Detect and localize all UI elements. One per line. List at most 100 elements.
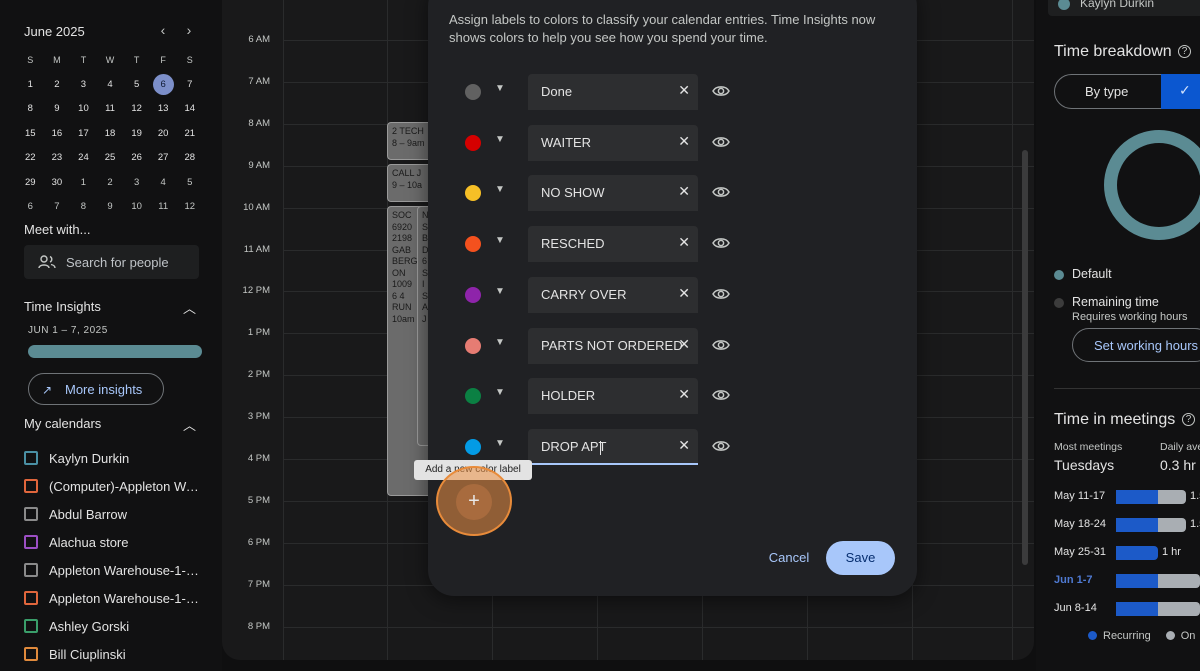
mini-calendar-day[interactable]: 11 (150, 201, 177, 212)
label-name-input[interactable]: CARRY OVER ✕ (528, 276, 698, 313)
label-name-input[interactable]: WAITER ✕ (528, 124, 698, 161)
color-swatch[interactable] (465, 388, 481, 405)
caret-down-icon[interactable]: ▼ (495, 337, 505, 348)
caret-down-icon[interactable]: ▼ (495, 387, 505, 398)
caret-down-icon[interactable]: ▼ (495, 438, 505, 449)
calendar-checkbox[interactable] (24, 619, 38, 633)
eye-icon[interactable] (712, 287, 730, 301)
mini-calendar-day[interactable]: 13 (150, 103, 177, 114)
mini-calendar-day[interactable]: 6 (150, 74, 177, 96)
close-icon[interactable]: ✕ (678, 82, 690, 99)
chevron-up-icon[interactable]: ︿ (183, 298, 196, 317)
color-swatch[interactable] (465, 236, 481, 253)
mini-calendar-day[interactable]: 5 (123, 79, 150, 90)
eye-icon[interactable] (712, 185, 730, 199)
mini-calendar-day[interactable]: 12 (176, 201, 203, 212)
close-icon[interactable]: ✕ (678, 285, 690, 302)
eye-icon[interactable] (712, 439, 730, 453)
mini-calendar-day[interactable]: 28 (176, 152, 203, 163)
chevron-right-icon[interactable]: › (180, 22, 198, 38)
calendar-item[interactable]: Appleton Warehouse-1-W... (24, 584, 214, 612)
label-name-input[interactable]: DROP APT ✕ (528, 428, 698, 465)
search-people-input[interactable]: Search for people (24, 245, 199, 279)
mini-calendar-day[interactable]: 25 (97, 152, 124, 163)
caret-down-icon[interactable]: ▼ (495, 184, 505, 195)
calendar-item[interactable]: Alachua store (24, 528, 214, 556)
eye-icon[interactable] (712, 135, 730, 149)
mini-calendar-day[interactable]: 9 (97, 201, 124, 212)
eye-icon[interactable] (712, 338, 730, 352)
eye-icon[interactable] (712, 84, 730, 98)
mini-calendar-day[interactable]: 24 (70, 152, 97, 163)
mini-calendar-day[interactable]: 10 (70, 103, 97, 114)
mini-calendar-day[interactable]: 21 (176, 128, 203, 139)
add-color-label-button[interactable]: + (456, 484, 492, 520)
label-name-input[interactable]: Done ✕ (528, 74, 698, 110)
color-swatch[interactable] (465, 185, 481, 202)
mini-calendar-day[interactable]: 10 (123, 201, 150, 212)
close-icon[interactable]: ✕ (678, 183, 690, 200)
calendar-owner-row[interactable]: Kaylyn Durkin (1048, 0, 1200, 16)
color-swatch[interactable] (465, 286, 481, 303)
mini-calendar-day[interactable]: 15 (17, 128, 44, 139)
eye-icon[interactable] (712, 388, 730, 402)
calendar-checkbox[interactable] (24, 535, 38, 549)
mini-calendar-day[interactable]: 17 (70, 128, 97, 139)
by-type-option[interactable]: By type (1085, 84, 1128, 99)
close-icon[interactable]: ✕ (678, 133, 690, 150)
calendar-item[interactable]: Ashley Gorski (24, 612, 214, 640)
label-name-input[interactable]: NO SHOW ✕ (528, 175, 698, 212)
mini-calendar-day[interactable]: 1 (70, 177, 97, 188)
check-icon[interactable]: ✓ (1161, 74, 1200, 109)
calendar-checkbox[interactable] (24, 647, 38, 661)
chevron-up-icon[interactable]: ︿ (183, 415, 196, 434)
grid-scrollbar[interactable] (1022, 150, 1028, 565)
mini-calendar-day[interactable]: 29 (17, 177, 44, 188)
close-icon[interactable]: ✕ (678, 437, 690, 454)
mini-calendar-day[interactable]: 26 (123, 152, 150, 163)
mini-calendar-day[interactable]: 22 (17, 152, 44, 163)
mini-calendar-day[interactable]: 11 (97, 103, 124, 114)
color-swatch[interactable] (465, 84, 481, 100)
mini-calendar-day[interactable]: 8 (70, 201, 97, 212)
calendar-checkbox[interactable] (24, 507, 38, 521)
mini-calendar-day[interactable]: 23 (44, 152, 71, 163)
cancel-button[interactable]: Cancel (761, 544, 817, 572)
mini-calendar-day[interactable]: 19 (123, 128, 150, 139)
mini-calendar-day[interactable]: 2 (44, 79, 71, 90)
label-name-input[interactable]: PARTS NOT ORDERED ✕ (528, 327, 698, 364)
chevron-left-icon[interactable]: ‹ (154, 22, 172, 38)
color-swatch[interactable] (465, 438, 481, 455)
mini-calendar-day[interactable]: 20 (150, 128, 177, 139)
calendar-item[interactable]: Abdul Barrow (24, 500, 214, 528)
mini-calendar-day[interactable]: 8 (17, 103, 44, 114)
close-icon[interactable]: ✕ (678, 336, 690, 353)
close-icon[interactable]: ✕ (678, 386, 690, 403)
save-button[interactable]: Save (826, 541, 895, 575)
mini-calendar-day[interactable]: 7 (176, 79, 203, 90)
mini-calendar-day[interactable]: 16 (44, 128, 71, 139)
mini-calendar-day[interactable]: 14 (176, 103, 203, 114)
color-swatch[interactable] (465, 337, 481, 354)
calendar-item[interactable]: (Computer)-Appleton Warehouse (24, 472, 214, 500)
caret-down-icon[interactable]: ▼ (495, 286, 505, 297)
event-block[interactable]: 2 TECH 8 – 9am (387, 122, 432, 160)
calendar-checkbox[interactable] (24, 563, 38, 577)
calendar-checkbox[interactable] (24, 591, 38, 605)
label-name-input[interactable]: RESCHED ✕ (528, 226, 698, 263)
mini-calendar-day[interactable]: 7 (44, 201, 71, 212)
caret-down-icon[interactable]: ▼ (495, 134, 505, 145)
more-insights-button[interactable]: ↗ More insights (28, 373, 164, 405)
caret-down-icon[interactable]: ▼ (495, 235, 505, 246)
mini-calendar-day[interactable]: 2 (97, 177, 124, 188)
event-block[interactable]: CALL J 9 – 10a (387, 164, 432, 202)
mini-calendar-day[interactable]: 5 (176, 177, 203, 188)
caret-down-icon[interactable]: ▼ (495, 83, 505, 94)
calendar-item[interactable]: Appleton Warehouse-1-W... (24, 556, 214, 584)
mini-calendar-day[interactable]: 1 (17, 79, 44, 90)
mini-calendar-day[interactable]: 18 (97, 128, 124, 139)
mini-calendar-day[interactable]: 12 (123, 103, 150, 114)
mini-calendar-day[interactable]: 30 (44, 177, 71, 188)
mini-calendar-day[interactable]: 4 (97, 79, 124, 90)
mini-calendar-day[interactable]: 27 (150, 152, 177, 163)
